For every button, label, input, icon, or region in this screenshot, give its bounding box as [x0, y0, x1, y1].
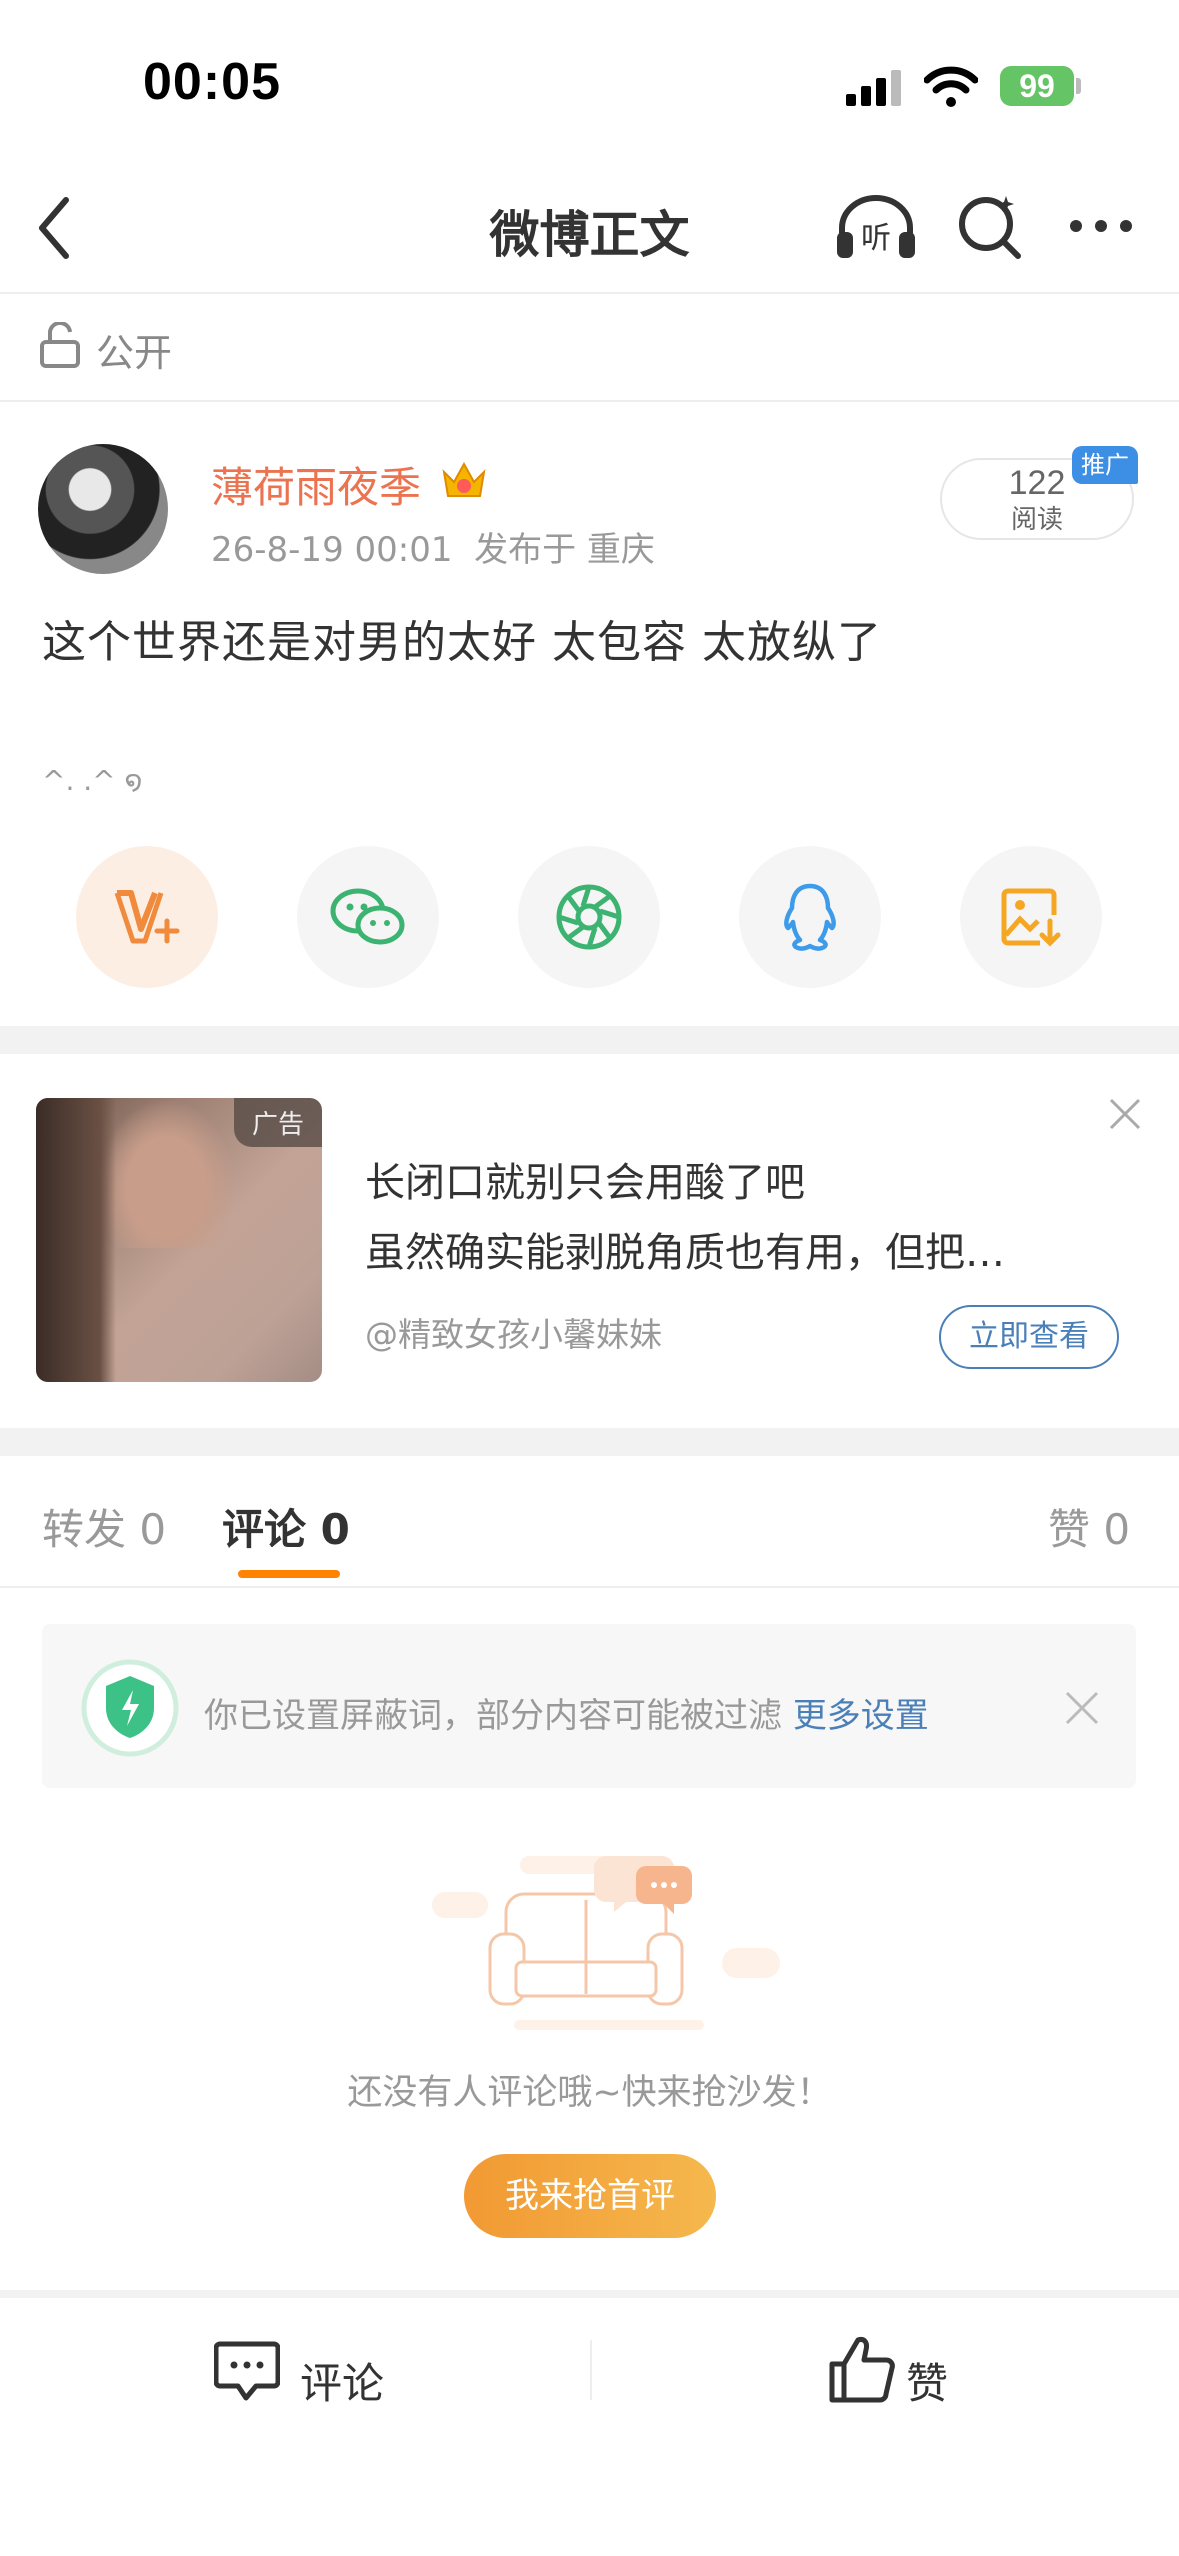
ad-author[interactable]: @精致女孩小馨妹妹: [365, 1308, 662, 1356]
ad-body[interactable]: 虽然确实能剥脱角质也有用，但把…: [365, 1220, 1087, 1278]
share-qq-button[interactable]: [739, 846, 881, 988]
divider: [0, 1586, 1179, 1588]
battery-cap: [1076, 78, 1081, 94]
read-label: 阅读: [1010, 505, 1063, 535]
qq-icon: [784, 883, 836, 951]
post-location: 发布于 重庆: [474, 530, 655, 570]
moments-icon: [556, 884, 622, 950]
post-timestamp: 26-8-19 00:01: [211, 530, 453, 570]
ad-image-ear: [96, 1098, 236, 1248]
ad-image-hair: [36, 1098, 116, 1382]
save-image-button[interactable]: [960, 846, 1102, 988]
post-text: 这个世界还是对男的太好 太包容 太放纵了: [42, 617, 882, 668]
post-emoticon: ^. .^ ໑: [42, 764, 143, 797]
svg-text:听: 听: [861, 221, 891, 256]
save-image-icon: [1001, 888, 1061, 947]
bottom-comment-label[interactable]: 评论: [300, 2350, 384, 2411]
promo-badge: 推广: [1072, 446, 1138, 484]
shield-icon: [81, 1659, 179, 1757]
signal-icon: [846, 70, 901, 106]
close-icon[interactable]: [1064, 1690, 1100, 1726]
section-gap: [0, 1026, 1179, 1054]
section-gap: [0, 1428, 1179, 1456]
vip-crown-icon[interactable]: [440, 458, 488, 502]
visibility-label: 公开: [96, 331, 173, 375]
more-icon[interactable]: [1068, 218, 1134, 234]
status-time: 00:05: [143, 53, 281, 111]
bottom-bar-divider: [0, 2290, 1179, 2298]
ad-title[interactable]: 长闭口就别只会用酸了吧: [365, 1150, 805, 1208]
bottom-bar-separator: [590, 2340, 592, 2400]
first-comment-button[interactable]: 我来抢首评: [464, 2154, 716, 2238]
tab-repost[interactable]: 转发 0: [42, 1496, 166, 1557]
filter-notice-message: 你已设置屏蔽词，部分内容可能被过滤: [204, 1696, 793, 1736]
ad-cta-button[interactable]: 立即查看: [939, 1305, 1119, 1369]
divider: [0, 400, 1179, 402]
username[interactable]: 薄荷雨夜季: [211, 454, 421, 515]
wifi-icon: [924, 66, 978, 107]
unlock-icon: [40, 322, 80, 368]
ad-image[interactable]: 广告: [36, 1098, 322, 1382]
close-icon[interactable]: [1108, 1097, 1142, 1131]
tab-active-indicator: [238, 1570, 340, 1578]
comment-icon[interactable]: [214, 2340, 280, 2404]
post-meta: 26-8-19 00:01 发布于 重庆: [211, 522, 655, 571]
weibo-v-plus-icon: [114, 890, 180, 944]
wechat-icon: [330, 888, 405, 945]
empty-state-text: 还没有人评论哦~快来抢沙发！: [347, 2073, 832, 2113]
sofa-illustration-icon: [432, 1856, 780, 2030]
share-moments-button[interactable]: [518, 846, 660, 988]
more-settings-link[interactable]: 更多设置: [793, 1696, 929, 1736]
bottom-like-label[interactable]: 赞: [906, 2350, 948, 2411]
share-weibo-button[interactable]: [76, 846, 218, 988]
filter-notice-text: 你已设置屏蔽词，部分内容可能被过滤 更多设置: [204, 1688, 929, 1737]
listen-icon[interactable]: 听: [834, 192, 918, 262]
ad-tag: 广告: [233, 1098, 322, 1147]
tab-like[interactable]: 赞 0: [1048, 1496, 1130, 1557]
search-icon[interactable]: [956, 192, 1024, 260]
like-icon[interactable]: [828, 2334, 896, 2404]
battery-indicator: 99: [1000, 66, 1074, 106]
avatar[interactable]: [38, 444, 168, 574]
share-wechat-button[interactable]: [297, 846, 439, 988]
divider: [0, 292, 1179, 294]
tab-comment[interactable]: 评论 0: [222, 1496, 350, 1557]
